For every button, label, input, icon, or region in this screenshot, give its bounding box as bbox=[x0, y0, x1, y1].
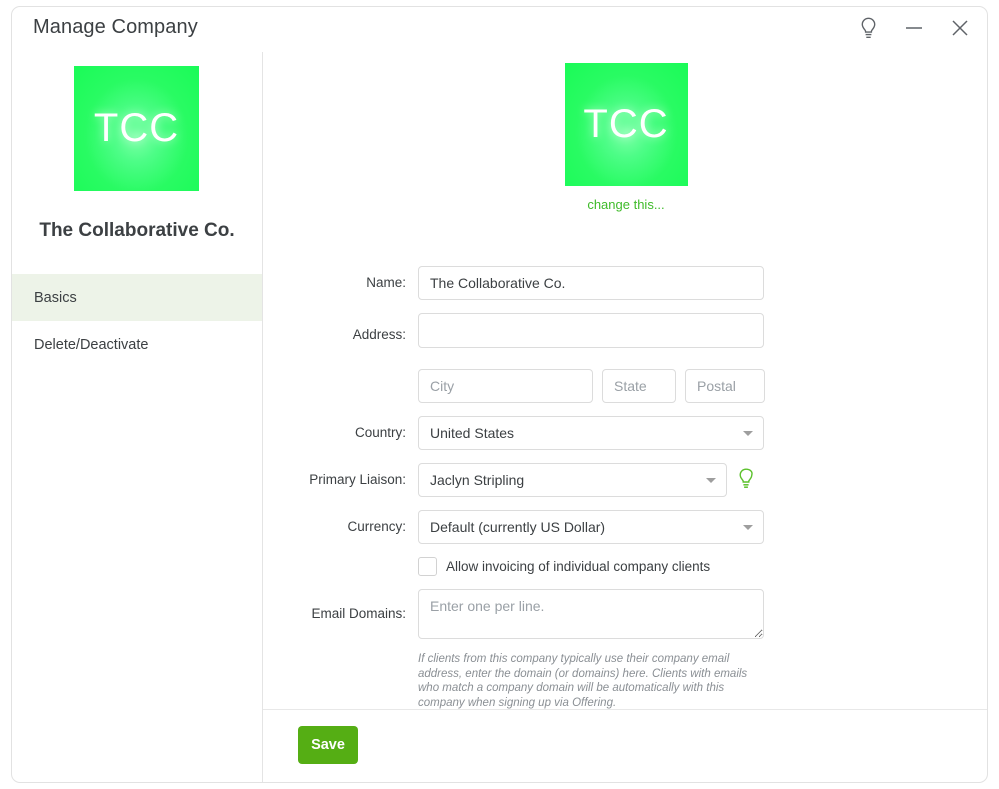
email-domains-textarea[interactable] bbox=[418, 589, 764, 639]
company-basics-form: Name: Address: bbox=[263, 266, 987, 710]
primary-liaison-select-wrap: Jaclyn Stripling bbox=[418, 463, 727, 497]
sidebar-nav: Basics Delete/Deactivate bbox=[12, 274, 262, 368]
primary-liaison-label: Primary Liaison: bbox=[309, 472, 406, 487]
change-logo-link[interactable]: change this... bbox=[587, 197, 664, 212]
page-title: Manage Company bbox=[33, 16, 198, 38]
sidebar-item-label: Delete/Deactivate bbox=[34, 336, 149, 353]
company-logo[interactable]: TCC bbox=[564, 63, 688, 186]
company-logo-initials: TCC bbox=[583, 102, 669, 146]
postal-input[interactable] bbox=[685, 369, 765, 403]
email-domains-help-text: If clients from this company typically u… bbox=[418, 653, 748, 709]
state-input[interactable] bbox=[602, 369, 676, 403]
currency-row: Currency: Default (currently US Dollar) bbox=[263, 510, 987, 544]
currency-select-wrap: Default (currently US Dollar) bbox=[418, 510, 764, 544]
address-input[interactable] bbox=[418, 313, 764, 348]
title-bar: Manage Company bbox=[12, 7, 987, 52]
country-label: Country: bbox=[354, 425, 406, 440]
sidebar-company-logo: TCC bbox=[74, 66, 199, 191]
sidebar-company-name: The Collaborative Co. bbox=[39, 220, 235, 241]
sidebar-item-delete-deactivate[interactable]: Delete/Deactivate bbox=[12, 321, 262, 368]
primary-liaison-select[interactable]: Jaclyn Stripling bbox=[418, 463, 727, 497]
allow-invoicing-row: Allow invoicing of individual company cl… bbox=[263, 557, 987, 576]
logo-upload-area: TCC change this... bbox=[263, 52, 987, 214]
window-body: TCC The Collaborative Co. Basics Delete/… bbox=[12, 52, 987, 782]
sidebar: TCC The Collaborative Co. Basics Delete/… bbox=[12, 52, 262, 782]
email-domains-row: Email Domains: bbox=[263, 589, 987, 639]
allow-invoicing-label[interactable]: Allow invoicing of individual company cl… bbox=[446, 559, 710, 574]
city-state-postal-row bbox=[263, 369, 987, 403]
main-panel: TCC change this... Name: Address: bbox=[263, 52, 987, 782]
address-row: Address: bbox=[263, 313, 987, 356]
lightbulb-icon[interactable] bbox=[737, 468, 755, 495]
primary-liaison-row: Primary Liaison: Jaclyn Stripling bbox=[263, 463, 987, 497]
name-input[interactable] bbox=[418, 266, 764, 300]
allow-invoicing-checkbox[interactable] bbox=[418, 557, 437, 576]
country-select[interactable]: United States bbox=[418, 416, 764, 450]
sidebar-item-basics[interactable]: Basics bbox=[12, 274, 262, 321]
name-row: Name: bbox=[263, 266, 987, 300]
currency-select[interactable]: Default (currently US Dollar) bbox=[418, 510, 764, 544]
form-footer: Save bbox=[263, 709, 987, 782]
city-input[interactable] bbox=[418, 369, 593, 403]
sidebar-item-label: Basics bbox=[34, 289, 77, 306]
address-label: Address: bbox=[352, 327, 406, 342]
country-row: Country: United States bbox=[263, 416, 987, 450]
email-domains-label: Email Domains: bbox=[311, 606, 406, 621]
close-icon[interactable] bbox=[945, 13, 975, 43]
window-controls bbox=[853, 13, 975, 43]
save-button[interactable]: Save bbox=[298, 726, 358, 764]
manage-company-window: Manage Company TCC The Collaborative Co.… bbox=[11, 6, 988, 783]
country-select-wrap: United States bbox=[418, 416, 764, 450]
sidebar-logo-initials: TCC bbox=[93, 106, 180, 150]
currency-label: Currency: bbox=[347, 519, 406, 534]
lightbulb-icon[interactable] bbox=[853, 13, 883, 43]
name-label: Name: bbox=[366, 275, 406, 290]
minimize-icon[interactable] bbox=[899, 13, 929, 43]
